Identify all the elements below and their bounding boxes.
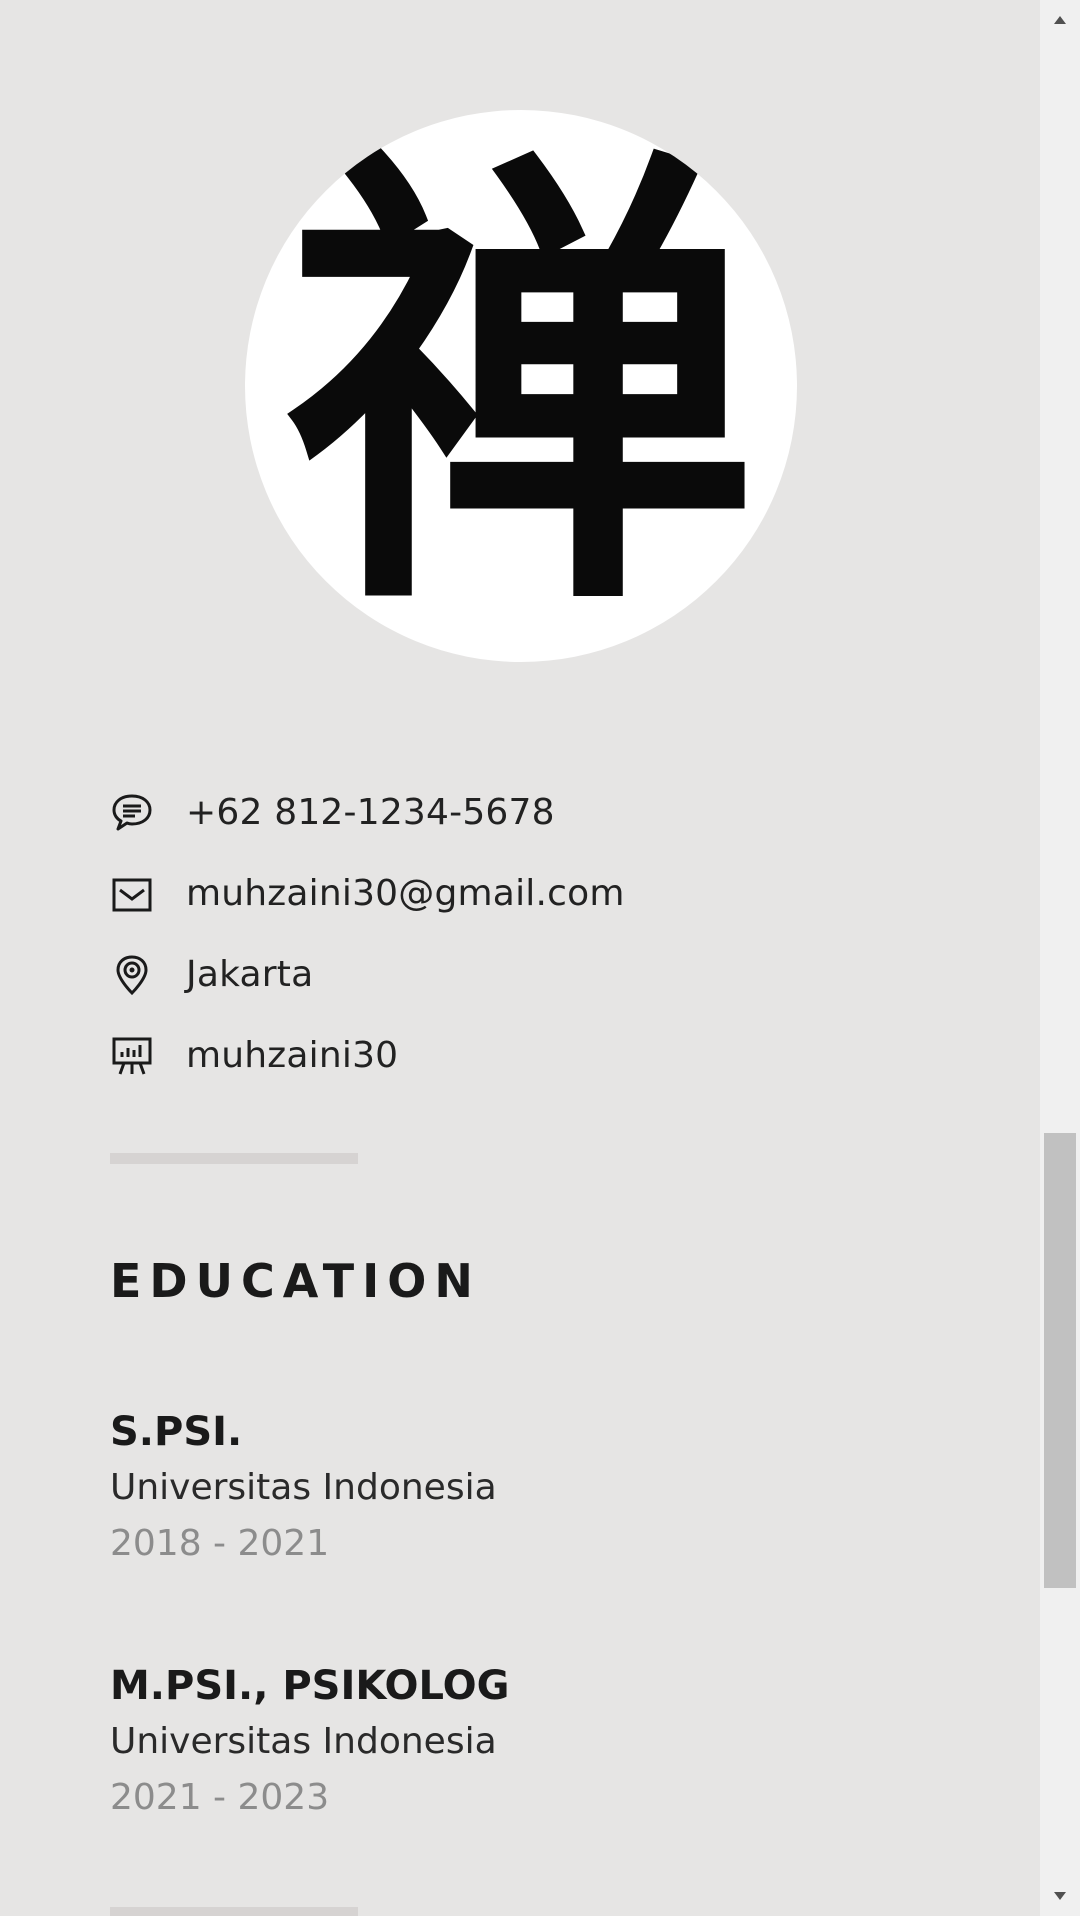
education-heading: EDUCATION [110,1254,481,1308]
vertical-scrollbar[interactable] [1040,0,1080,1916]
presentation-board-icon [110,1031,160,1081]
phone-number: +62 812-1234-5678 [186,792,555,833]
education-school: Universitas Indonesia [110,1467,497,1508]
scroll-up-arrow-icon[interactable] [1040,0,1080,40]
contact-handle: muhzaini30 [110,1015,910,1096]
scroll-down-arrow-icon[interactable] [1040,1876,1080,1916]
education-degree: M.PSI., PSIKOLOG [110,1663,510,1709]
page: 禅 +62 812-1234-5678 muhzaini30@gmail.com… [0,0,1080,1916]
profile-avatar: 禅 [245,110,797,662]
location-pin-icon [110,950,160,1000]
mail-icon [110,869,160,919]
zen-kanji-glyph: 禅 [286,110,756,662]
contact-list: +62 812-1234-5678 muhzaini30@gmail.com J… [110,772,910,1096]
email-address[interactable]: muhzaini30@gmail.com [186,873,625,914]
contact-phone: +62 812-1234-5678 [110,772,910,853]
chat-bubble-icon [110,788,160,838]
education-degree: S.PSI. [110,1409,243,1455]
handle-text: muhzaini30 [186,1035,399,1076]
education-school: Universitas Indonesia [110,1721,497,1762]
education-years: 2021 - 2023 [110,1777,330,1818]
section-divider [110,1153,358,1164]
location-text: Jakarta [186,954,314,995]
section-divider [110,1907,358,1916]
contact-location: Jakarta [110,934,910,1015]
education-entry: M.PSI., PSIKOLOG Universitas Indonesia 2… [110,1658,910,1826]
contact-email: muhzaini30@gmail.com [110,853,910,934]
scrollbar-thumb[interactable] [1044,1133,1076,1588]
education-entry: S.PSI. Universitas Indonesia 2018 - 2021 [110,1404,910,1572]
education-years: 2018 - 2021 [110,1523,330,1564]
resume-sidebar: 禅 +62 812-1234-5678 muhzaini30@gmail.com… [0,0,1040,1916]
